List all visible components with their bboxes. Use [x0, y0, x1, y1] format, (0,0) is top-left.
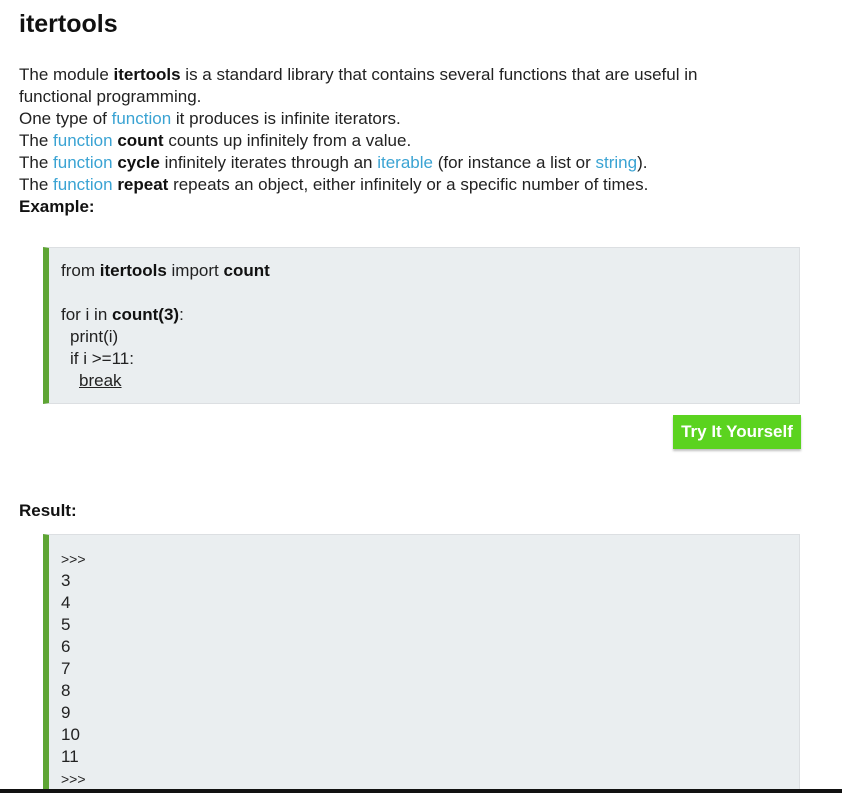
desc-line-2: functional programming.	[19, 87, 202, 106]
text: The	[19, 131, 54, 150]
code-line-3: print(i)	[70, 327, 119, 346]
bold-repeat: repeat	[117, 175, 169, 194]
example-label: Example:	[19, 197, 95, 216]
output-line: 9	[61, 703, 71, 722]
function-link[interactable]: function	[53, 131, 113, 150]
code-text: from	[61, 261, 100, 280]
result-label: Result:	[19, 501, 77, 520]
code-line-4: if i >=11:	[70, 349, 134, 368]
text: counts up infinitely from a value.	[163, 131, 412, 150]
iterable-link[interactable]: iterable	[377, 153, 433, 172]
output-line: 6	[61, 637, 71, 656]
code-text: :	[179, 305, 184, 324]
code-line-5: break	[61, 370, 799, 392]
try-it-yourself-button[interactable]: Try It Yourself	[673, 415, 801, 449]
output-line: 4	[61, 593, 71, 612]
text: The	[19, 175, 54, 194]
desc-line-3: One type of function it produces is infi…	[19, 108, 819, 130]
break-keyword: break	[79, 371, 122, 390]
desc-line-1: The module itertools is a standard libra…	[19, 64, 819, 86]
output-line: 5	[61, 615, 71, 634]
text: it produces is infinite iterators.	[171, 109, 401, 128]
code-bold: itertools	[99, 261, 167, 280]
function-link[interactable]: function	[53, 153, 113, 172]
text: The module	[19, 65, 114, 84]
output-line: 7	[61, 659, 71, 678]
desc-line-4: The function count counts up infinitely …	[19, 130, 819, 152]
code-text: import	[166, 261, 224, 280]
text: One type of	[19, 109, 112, 128]
output-line: 8	[61, 681, 71, 700]
bold-cycle: cycle	[117, 153, 160, 172]
text: (for instance a list or	[432, 153, 596, 172]
text: is a standard library that contains seve…	[180, 65, 698, 84]
desc-line-5: The function cycle infinitely iterates t…	[19, 152, 819, 174]
text: The	[19, 153, 54, 172]
code-text: for i in	[61, 305, 113, 324]
output-line: >>>	[61, 771, 86, 787]
description: The module itertools is a standard libra…	[19, 64, 819, 218]
output-line: 11	[61, 747, 79, 766]
string-link[interactable]: string	[596, 153, 638, 172]
bottom-divider	[0, 789, 842, 793]
function-link[interactable]: function	[53, 175, 113, 194]
function-link[interactable]: function	[112, 109, 172, 128]
output-line: 3	[61, 571, 71, 590]
code-bold: count	[223, 261, 270, 280]
bold-itertools: itertools	[113, 65, 181, 84]
code-line-1: from itertools import count	[61, 260, 799, 282]
text: repeats an object, either infinitely or …	[168, 175, 649, 194]
code-example-block: from itertools import count for i in cou…	[43, 247, 800, 404]
desc-line-6: The function repeat repeats an object, e…	[19, 174, 819, 196]
output-line: 10	[61, 725, 80, 744]
text: infinitely iterates through an	[159, 153, 378, 172]
code-bold: count(3)	[112, 305, 180, 324]
bold-count: count	[117, 131, 164, 150]
output-line: >>>	[61, 551, 86, 567]
result-output-block: >>> 3 4 5 6 7 8 9 10 11 >>>	[43, 534, 800, 793]
page-title: itertools	[19, 10, 118, 38]
code-line-2: for i in count(3):	[61, 304, 799, 326]
text: ).	[637, 153, 648, 172]
